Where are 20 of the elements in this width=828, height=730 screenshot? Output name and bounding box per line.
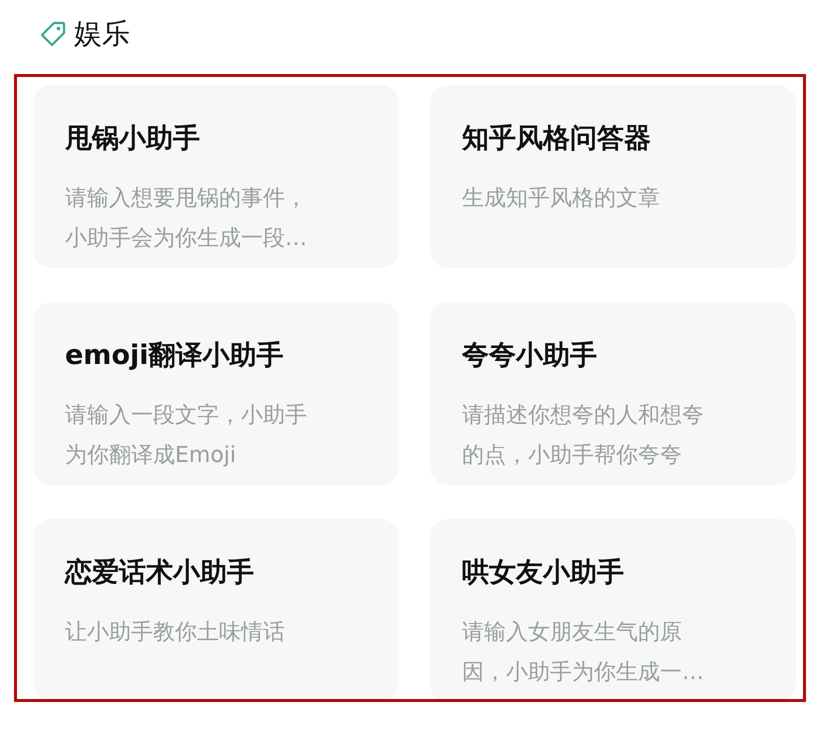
card-title: 甩锅小助手 <box>65 122 200 156</box>
assistant-card[interactable]: 恋爱话术小助手 让小助手教你土味情话 <box>33 519 399 699</box>
assistant-card[interactable]: 知乎风格问答器 生成知乎风格的文章 <box>430 85 796 268</box>
card-description: 请输入想要甩锅的事件，小助手会为你生成一段… <box>65 185 308 253</box>
assistant-card[interactable]: emoji翻译小助手 请输入一段文字，小助手为你翻译成Emoji <box>33 302 399 485</box>
card-title: 知乎风格问答器 <box>462 122 651 156</box>
card-description: 生成知乎风格的文章 <box>462 185 661 213</box>
assistant-card[interactable]: 夸夸小助手 请描述你想夸的人和想夸的点，小助手帮你夸夸 <box>430 302 796 485</box>
card-description: 请输入一段文字，小助手为你翻译成Emoji <box>65 402 308 470</box>
card-title: 哄女友小助手 <box>462 556 624 590</box>
assistant-card[interactable]: 哄女友小助手 请输入女朋友生气的原因，小助手为你生成一… <box>430 519 796 699</box>
card-title: 夸夸小助手 <box>462 339 597 373</box>
card-title: 恋爱话术小助手 <box>65 556 254 590</box>
card-title: emoji翻译小助手 <box>65 339 284 373</box>
card-description: 让小助手教你土味情话 <box>65 619 286 647</box>
assistant-card[interactable]: 甩锅小助手 请输入想要甩锅的事件，小助手会为你生成一段… <box>33 85 399 268</box>
card-description: 请描述你想夸的人和想夸的点，小助手帮你夸夸 <box>462 402 705 470</box>
section-title: 娱乐 <box>74 16 130 52</box>
tag-icon <box>40 21 66 47</box>
card-description: 请输入女朋友生气的原因，小助手为你生成一… <box>462 619 705 687</box>
